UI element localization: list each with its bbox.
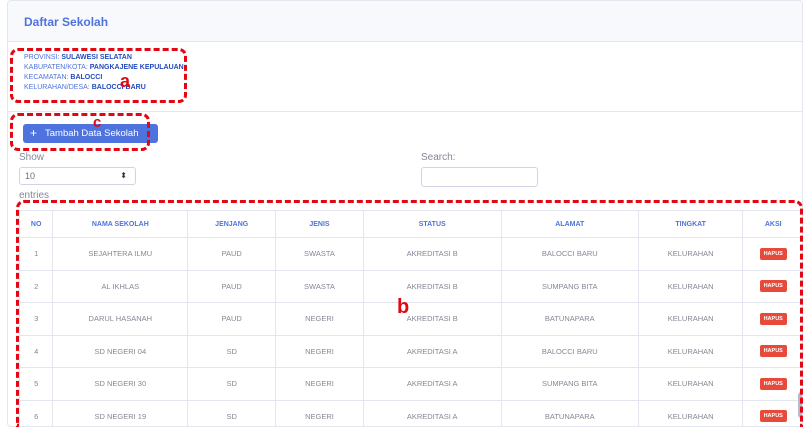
annotation-box-b <box>16 200 803 427</box>
annotation-box-c <box>10 113 150 151</box>
entries-select[interactable]: 10 ⬍ <box>19 167 136 185</box>
divider <box>8 111 802 112</box>
card-header: Daftar Sekolah <box>8 1 802 42</box>
annotation-label-a: a <box>120 71 131 91</box>
annotation-label-b: b <box>397 296 410 318</box>
show-label: Show <box>19 152 45 163</box>
search-label: Search: <box>421 152 456 163</box>
search-input[interactable] <box>421 167 538 187</box>
annotation-label-c: c <box>93 114 102 131</box>
select-arrow-icon: ⬍ <box>120 171 127 180</box>
page-title: Daftar Sekolah <box>24 15 109 29</box>
annotation-box-a <box>10 48 187 103</box>
